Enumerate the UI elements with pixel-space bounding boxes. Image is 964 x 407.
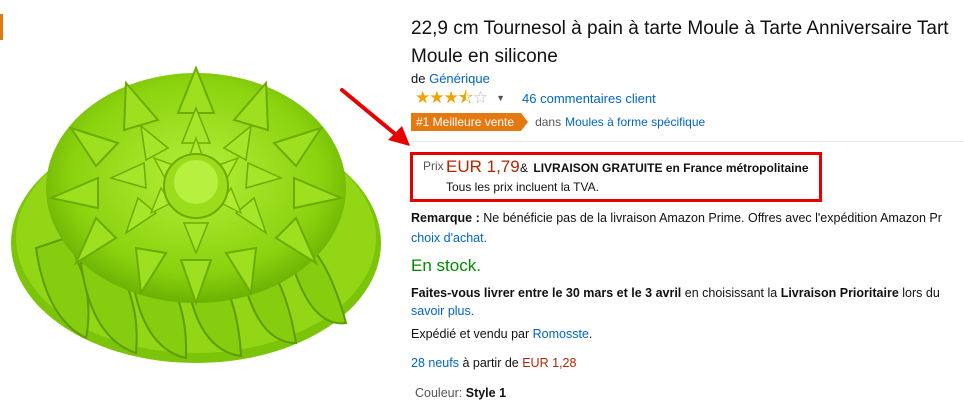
- free-delivery-text: & LIVRAISON GRATUITE en France métropoli…: [520, 161, 809, 175]
- seller-link[interactable]: Romosste: [533, 327, 589, 341]
- delivery-tail: lors du: [902, 286, 940, 300]
- amp-text: &: [520, 161, 529, 175]
- tva-note: Tous les prix incluent la TVA.: [446, 180, 599, 194]
- divider: [411, 141, 964, 142]
- byline: de Générique: [411, 71, 490, 86]
- delivery-info: Faites-vous livrer entre le 30 mars et l…: [411, 284, 940, 302]
- new-offers-link[interactable]: 28 neufs: [411, 356, 459, 370]
- brand-link[interactable]: Générique: [429, 71, 490, 86]
- product-title: 22,9 cm Tournesol à pain à tarte Moule à…: [411, 18, 949, 39]
- left-accent-strip: [0, 14, 3, 40]
- bestseller-row: #1 Meilleure vente dans Moules à forme s…: [411, 112, 705, 132]
- annotation-arrow-icon: [340, 88, 410, 146]
- color-label: Couleur:: [415, 386, 463, 400]
- free-delivery-label: LIVRAISON GRATUITE en France métropolita…: [533, 161, 809, 175]
- learn-more-link[interactable]: savoir plus.: [411, 302, 474, 320]
- purchase-choice-link[interactable]: choix d'achat.: [411, 228, 487, 249]
- offers-row: 28 neufs à partir de EUR 1,28: [411, 356, 576, 370]
- sold-by-prefix: Expédié et vendu par: [411, 327, 530, 341]
- sold-by: Expédié et vendu par Romosste.: [411, 327, 592, 341]
- color-row: Couleur: Style 1: [415, 386, 506, 400]
- rating-row: ★★★⯪☆ ▼ 46 commentaires client: [415, 88, 656, 108]
- bestseller-badge[interactable]: #1 Meilleure vente: [411, 113, 529, 131]
- priority-delivery: Livraison Prioritaire: [780, 286, 899, 300]
- remark: Remarque : Ne bénéficie pas de la livrai…: [411, 208, 942, 229]
- delivery-dates: Faites-vous livrer entre le 30 mars et l…: [411, 286, 682, 300]
- remark-text: Ne bénéficie pas de la livraison Amazon …: [483, 211, 942, 225]
- by-prefix: de: [411, 71, 426, 86]
- reviews-link[interactable]: 46 commentaires client: [522, 91, 656, 106]
- chevron-down-icon[interactable]: ▼: [496, 93, 505, 103]
- offers-price: EUR 1,28: [522, 356, 577, 370]
- sold-by-suffix: .: [588, 327, 593, 341]
- product-title-line2: Moule en silicone: [411, 46, 558, 67]
- star-rating-icon[interactable]: ★★★⯪☆: [415, 89, 488, 107]
- product-image[interactable]: [6, 38, 386, 368]
- stock-status: En stock.: [411, 256, 481, 275]
- bestseller-in-text: dans: [535, 115, 562, 129]
- color-value: Style 1: [465, 386, 507, 400]
- category-link[interactable]: Moules à forme spécifique: [565, 115, 705, 129]
- offers-mid: à partir de: [462, 356, 519, 370]
- delivery-mid: en choisissant la: [684, 286, 778, 300]
- remark-label: Remarque :: [411, 211, 480, 225]
- price-value: EUR 1,79: [446, 157, 520, 176]
